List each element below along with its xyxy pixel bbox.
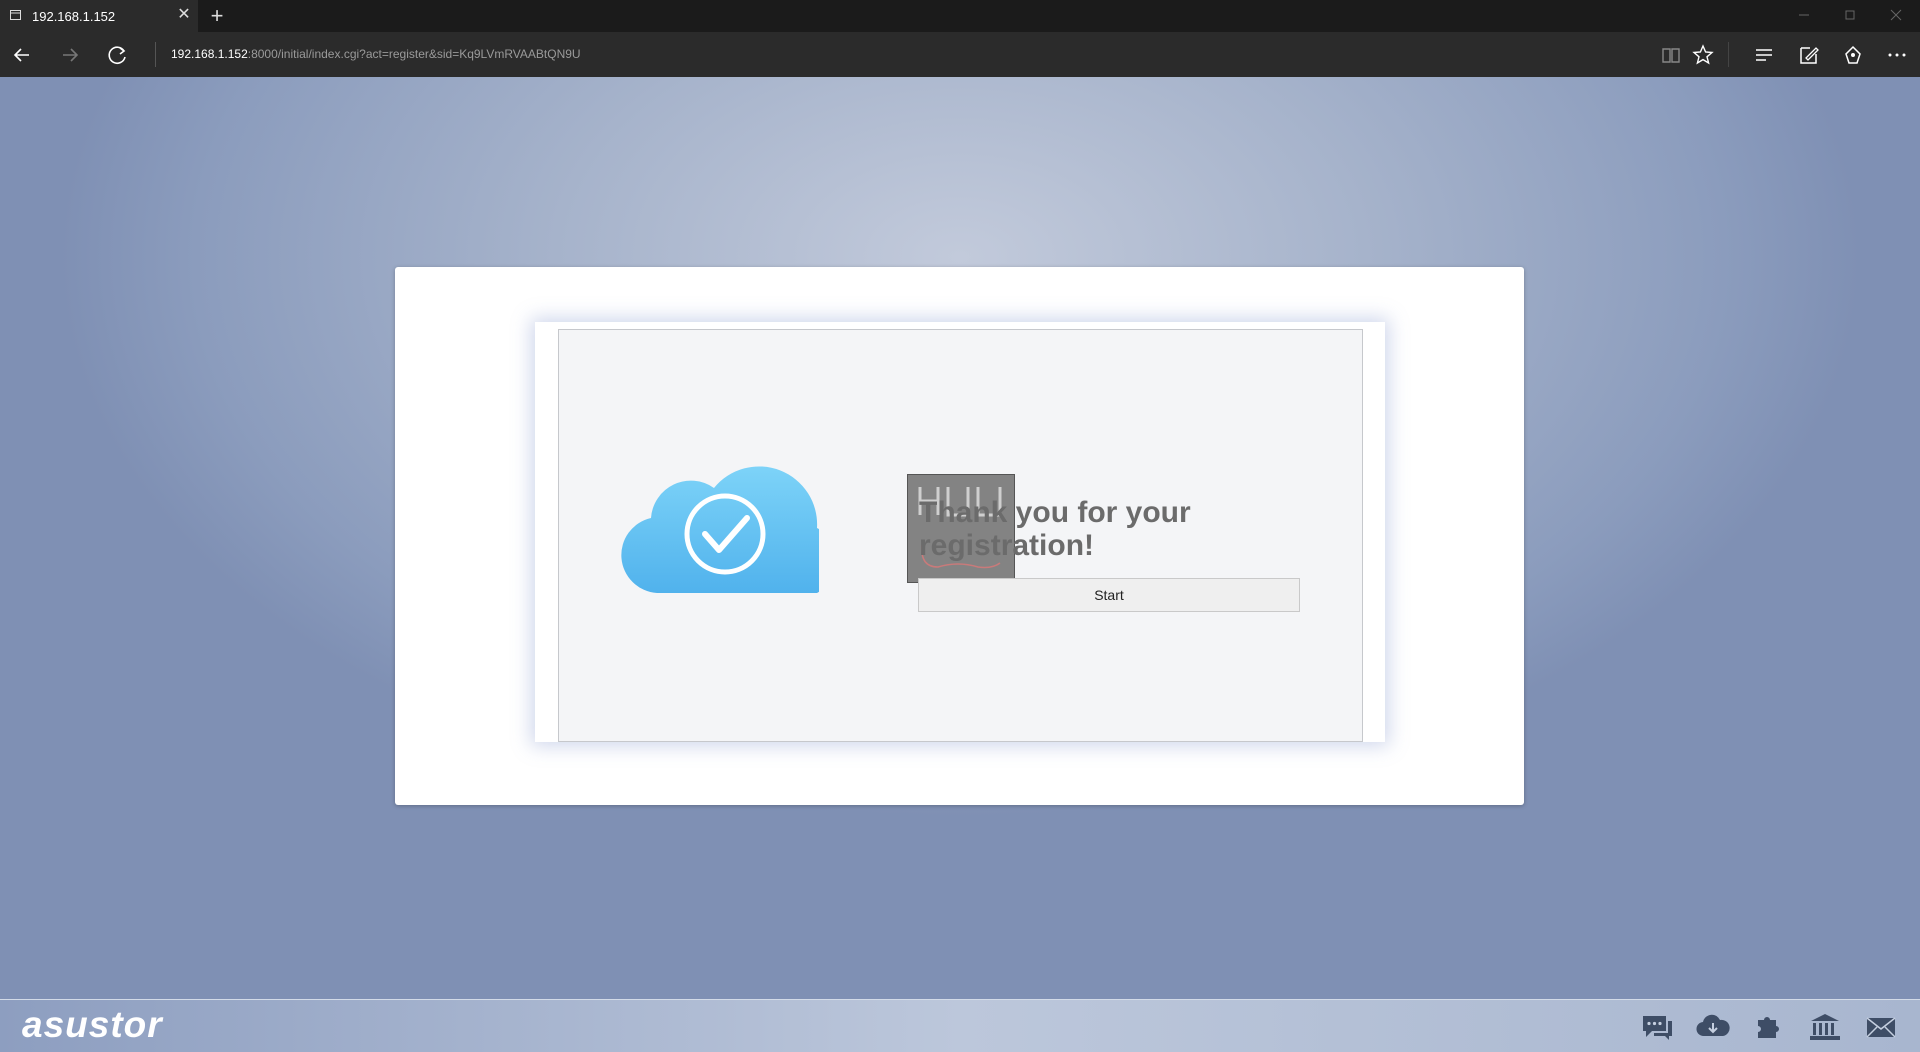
bank-icon[interactable] bbox=[1808, 1012, 1842, 1042]
registration-panel: Thank you for your registration! Start bbox=[558, 329, 1363, 742]
thank-you-heading: Thank you for your registration! bbox=[919, 496, 1279, 562]
asustor-taskbar: asustor bbox=[0, 999, 1920, 1052]
share-icon[interactable] bbox=[1838, 40, 1868, 70]
address-divider bbox=[155, 42, 156, 67]
new-tab-button[interactable]: + bbox=[206, 4, 228, 28]
back-icon[interactable] bbox=[7, 40, 37, 70]
asustor-logo: asustor bbox=[22, 1004, 163, 1045]
hub-icon[interactable] bbox=[1749, 40, 1779, 70]
tab-title: 192.168.1.152 bbox=[32, 9, 116, 24]
plugin-icon[interactable] bbox=[1752, 1012, 1786, 1042]
start-button[interactable]: Start bbox=[918, 578, 1300, 612]
web-note-icon[interactable] bbox=[1794, 40, 1824, 70]
cloud-download-icon[interactable] bbox=[1696, 1012, 1730, 1042]
address-path: :8000/initial/index.cgi?act=register&sid… bbox=[247, 47, 581, 61]
thank-you-line-2: registration! bbox=[919, 529, 1095, 562]
browser-titlebar: 192.168.1.152 ✕ + bbox=[0, 0, 1920, 32]
browser-navbar: 192.168.1.152:8000/initial/index.cgi?act… bbox=[0, 32, 1920, 78]
page-icon bbox=[10, 10, 21, 20]
reading-view-icon[interactable] bbox=[1656, 40, 1686, 70]
cloud-check-icon bbox=[621, 466, 819, 593]
toolbar-divider bbox=[1728, 42, 1729, 67]
thank-you-line-1: Thank you for your bbox=[919, 496, 1191, 529]
forward-icon[interactable] bbox=[55, 40, 85, 70]
address-host: 192.168.1.152 bbox=[171, 47, 248, 61]
browser-tab[interactable]: 192.168.1.152 ✕ bbox=[0, 0, 198, 32]
address-bar[interactable]: 192.168.1.152:8000/initial/index.cgi?act… bbox=[171, 47, 581, 61]
close-window-icon[interactable] bbox=[1884, 6, 1908, 24]
mail-icon[interactable] bbox=[1864, 1012, 1898, 1042]
minimize-icon[interactable] bbox=[1792, 6, 1816, 24]
chat-icon[interactable] bbox=[1640, 1012, 1674, 1042]
more-icon[interactable] bbox=[1882, 40, 1912, 70]
page-background: Thank you for your registration! Start bbox=[0, 77, 1920, 999]
refresh-icon[interactable] bbox=[103, 40, 133, 70]
tab-close-icon[interactable]: ✕ bbox=[175, 5, 193, 25]
registration-card: Thank you for your registration! Start bbox=[395, 267, 1524, 805]
restore-icon[interactable] bbox=[1838, 6, 1862, 24]
favorite-star-icon[interactable] bbox=[1688, 40, 1718, 70]
